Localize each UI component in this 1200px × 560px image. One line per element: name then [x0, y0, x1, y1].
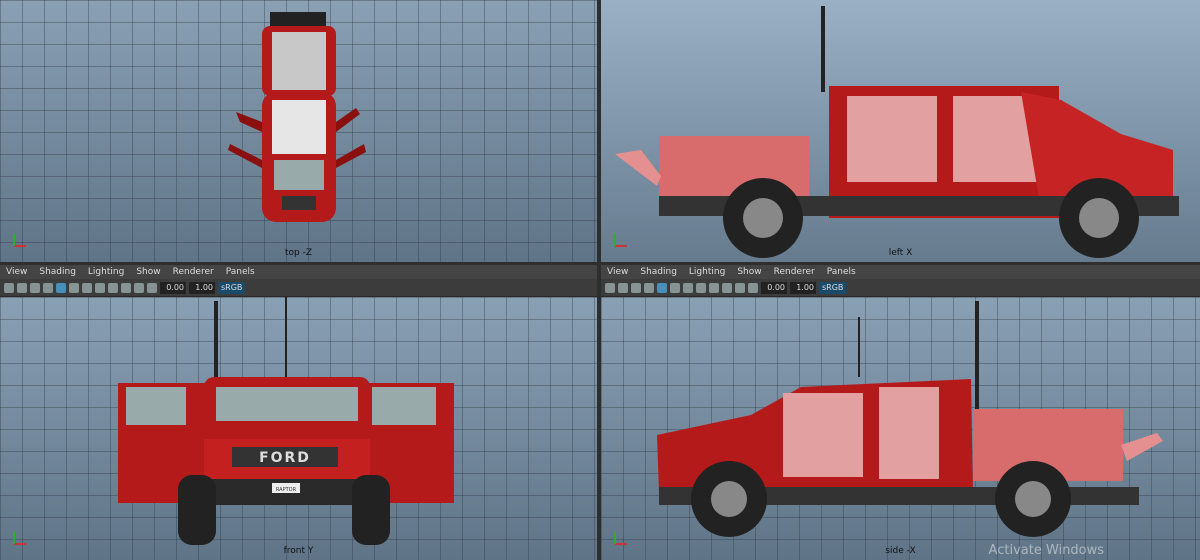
truck-front-view: FORD RAPTOR — [118, 297, 454, 545]
isolate-icon[interactable] — [722, 282, 732, 293]
menu-panels[interactable]: Panels — [827, 267, 856, 277]
axis-gizmo-icon — [13, 532, 26, 545]
xray-icon[interactable] — [134, 282, 144, 293]
menu-show[interactable]: Show — [737, 267, 761, 277]
activate-windows-watermark: Activate Windows — [988, 543, 1104, 558]
viewport-label-side: side -X — [885, 546, 916, 556]
viewport-side[interactable]: side -X — [601, 297, 1200, 560]
grid-icon[interactable] — [644, 282, 654, 293]
menu-shading[interactable]: Shading — [640, 267, 677, 277]
viewport-label-top: top -Z — [284, 248, 313, 258]
toolbar-bottom-right: 0.00 1.00 sRGB — [601, 279, 1200, 297]
gamma-icon[interactable] — [748, 282, 758, 293]
light-icon[interactable] — [696, 282, 706, 293]
menubar-bottom-left: View Shading Lighting Show Renderer Pane… — [0, 265, 597, 279]
shadow-icon[interactable] — [108, 282, 118, 293]
menu-view[interactable]: View — [607, 267, 628, 277]
menu-renderer[interactable]: Renderer — [173, 267, 214, 277]
smooth-shade-icon[interactable] — [670, 282, 680, 293]
viewport-front[interactable]: FORD RAPTOR front Y — [0, 297, 597, 560]
exposure-field[interactable]: 0.00 — [160, 281, 186, 294]
axis-gizmo-icon — [614, 234, 627, 247]
axis-gizmo-icon — [614, 532, 627, 545]
menu-renderer[interactable]: Renderer — [774, 267, 815, 277]
xray-icon[interactable] — [735, 282, 745, 293]
isolate-icon[interactable] — [121, 282, 131, 293]
menubar-bottom-right: View Shading Lighting Show Renderer Pane… — [601, 265, 1200, 279]
plate-text: RAPTOR — [276, 487, 297, 493]
grid-icon[interactable] — [43, 282, 53, 293]
gamma-field[interactable]: 1.00 — [189, 281, 215, 294]
smooth-shade-icon[interactable] — [69, 282, 79, 293]
menu-shading[interactable]: Shading — [39, 267, 76, 277]
menu-show[interactable]: Show — [136, 267, 160, 277]
texture-icon[interactable] — [683, 282, 693, 293]
truck-left-view — [615, 6, 1179, 258]
light-icon[interactable] — [95, 282, 105, 293]
viewport-left[interactable]: left X — [601, 0, 1200, 262]
axis-gizmo-icon — [13, 234, 26, 247]
shadow-icon[interactable] — [709, 282, 719, 293]
camera-icon[interactable] — [605, 282, 615, 293]
grille-text: FORD — [259, 450, 311, 466]
film-icon[interactable] — [30, 282, 40, 293]
film-icon[interactable] — [631, 282, 641, 293]
viewport-top[interactable]: top -Z — [0, 0, 597, 262]
menu-lighting[interactable]: Lighting — [88, 267, 124, 277]
truck-side-view — [657, 301, 1163, 537]
camera-icon[interactable] — [4, 282, 14, 293]
viewport-label-left: left X — [888, 248, 913, 258]
wireframe-icon[interactable] — [56, 282, 66, 293]
menu-lighting[interactable]: Lighting — [689, 267, 725, 277]
exposure-field[interactable]: 0.00 — [761, 281, 787, 294]
menu-panels[interactable]: Panels — [226, 267, 255, 277]
bookmark-icon[interactable] — [618, 282, 628, 293]
viewport-label-front: front Y — [283, 546, 314, 556]
wireframe-icon[interactable] — [657, 282, 667, 293]
gamma-icon[interactable] — [147, 282, 157, 293]
colorspace-badge[interactable]: sRGB — [819, 281, 847, 294]
toolbar-bottom-left: 0.00 1.00 sRGB — [0, 279, 597, 297]
menu-view[interactable]: View — [6, 267, 27, 277]
gamma-field[interactable]: 1.00 — [790, 281, 816, 294]
colorspace-badge[interactable]: sRGB — [218, 281, 246, 294]
bookmark-icon[interactable] — [17, 282, 27, 293]
texture-icon[interactable] — [82, 282, 92, 293]
truck-top-view — [228, 12, 366, 222]
